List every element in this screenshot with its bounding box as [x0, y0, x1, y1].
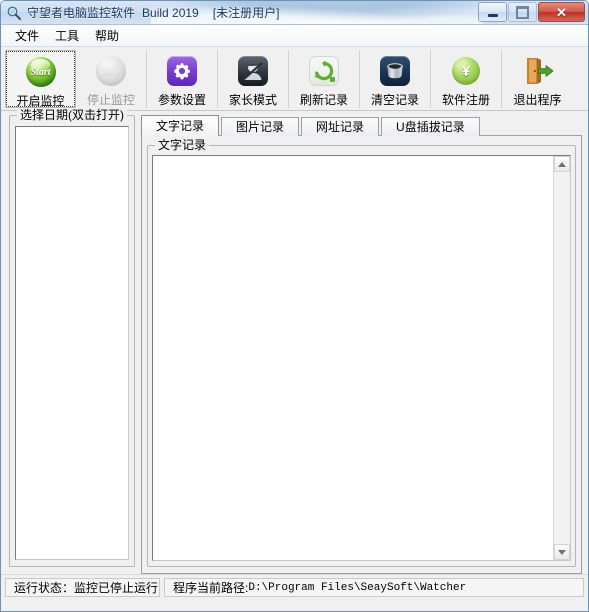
- maximize-button[interactable]: [508, 2, 537, 22]
- date-panel: 选择日期(双击打开): [9, 108, 135, 567]
- record-scrollbar[interactable]: [553, 156, 570, 560]
- tab-image-records[interactable]: 图片记录: [221, 117, 300, 136]
- record-group-title: 文字记录: [155, 138, 210, 152]
- tab-strip-filler: [481, 116, 582, 136]
- scroll-down-button[interactable]: [554, 544, 570, 560]
- window-title: 守望者电脑监控软件 Build 2019 [未注册用户]: [27, 4, 279, 21]
- refresh-icon: [308, 55, 340, 87]
- status-path: 程序当前路径: D:\Program Files\SeaySoft\Watcher: [164, 578, 584, 597]
- status-path-label: 程序当前路径:: [173, 581, 249, 595]
- exit-program-button[interactable]: 退出程序: [502, 50, 573, 108]
- menu-item-file[interactable]: 文件: [7, 25, 47, 46]
- chevron-up-icon: [558, 161, 566, 167]
- tab-page-text-records: 文字记录: [141, 135, 582, 574]
- stop-icon: Stop: [95, 55, 127, 87]
- tab-text-records[interactable]: 文字记录: [141, 115, 220, 136]
- tab-usb-records[interactable]: U盘插拔记录: [381, 117, 480, 136]
- exit-program-label: 退出程序: [513, 93, 562, 107]
- date-listbox[interactable]: [15, 126, 129, 560]
- yen-coin-icon: ¥: [450, 55, 482, 87]
- date-panel-title: 选择日期(双击打开): [17, 108, 127, 122]
- tab-strip: 文字记录 图片记录 网址记录 U盘插拔记录: [141, 115, 582, 136]
- register-software-button[interactable]: ¥ 软件注册: [431, 50, 502, 108]
- scroll-up-button[interactable]: [554, 156, 570, 172]
- stop-monitor-label: 停止监控: [86, 93, 135, 107]
- window-registration-text: [未注册用户]: [212, 6, 280, 20]
- close-button[interactable]: ✕: [538, 2, 585, 22]
- gear-icon: [166, 55, 198, 87]
- settings-label: 参数设置: [157, 93, 206, 107]
- toolbar: Start 开启监控 Stop 停止监控 参数设置 家长模式 刷新记录 清空记录…: [1, 47, 588, 111]
- chevron-down-icon: [558, 549, 566, 555]
- parent-mode-label: 家长模式: [228, 93, 277, 107]
- minimize-icon: [487, 13, 498, 17]
- magnifier-icon: [6, 5, 22, 21]
- menu-item-help[interactable]: 帮助: [87, 25, 127, 46]
- clear-records-label: 清空记录: [370, 93, 419, 107]
- records-pane: 文字记录 图片记录 网址记录 U盘插拔记录 文字记录: [141, 115, 582, 574]
- record-textarea-wrapper: [152, 155, 571, 561]
- menu-bar: 文件 工具 帮助: [1, 25, 588, 47]
- status-path-value: D:\Program Files\SeaySoft\Watcher: [248, 581, 467, 594]
- start-monitor-label: 开启监控: [16, 94, 65, 108]
- maximize-icon: [516, 5, 529, 19]
- start-icon: Start: [25, 56, 57, 88]
- exit-door-icon: [522, 55, 554, 87]
- stop-icon-text: Stop: [102, 66, 120, 76]
- window-title-text: 守望者电脑监控软件: [27, 6, 136, 20]
- minimize-button[interactable]: [478, 2, 507, 22]
- status-run-state: 运行状态：监控已停止运行: [5, 578, 160, 597]
- start-icon-text: Start: [30, 66, 51, 78]
- application-window: 守望者电脑监控软件 Build 2019 [未注册用户] ✕ 文件 工具 帮助 St…: [0, 0, 589, 612]
- scrollbar-track[interactable]: [554, 172, 570, 544]
- yen-icon-text: ¥: [461, 62, 471, 80]
- tab-url-records[interactable]: 网址记录: [301, 117, 380, 136]
- record-textarea[interactable]: [153, 156, 553, 560]
- menu-item-tools[interactable]: 工具: [47, 25, 87, 46]
- stop-monitor-button[interactable]: Stop 停止监控: [76, 50, 147, 108]
- client-area: 选择日期(双击打开) 文字记录 图片记录 网址记录 U盘插拔记录 文字记录: [1, 108, 588, 574]
- refresh-records-button[interactable]: 刷新记录: [289, 50, 360, 108]
- record-group: 文字记录: [147, 138, 576, 567]
- caption-buttons: ✕: [477, 2, 585, 22]
- title-bar[interactable]: 守望者电脑监控软件 Build 2019 [未注册用户] ✕: [1, 1, 588, 25]
- start-monitor-button[interactable]: Start 开启监控: [5, 50, 76, 108]
- register-software-label: 软件注册: [441, 93, 490, 107]
- status-bar: 运行状态：监控已停止运行 程序当前路径: D:\Program Files\Sea…: [1, 574, 588, 600]
- parent-mode-icon: [237, 55, 269, 87]
- parent-mode-button[interactable]: 家长模式: [218, 50, 289, 108]
- trash-icon: [379, 55, 411, 87]
- clear-records-button[interactable]: 清空记录: [360, 50, 431, 108]
- close-icon: ✕: [556, 4, 567, 20]
- settings-button[interactable]: 参数设置: [147, 50, 218, 108]
- refresh-records-label: 刷新记录: [299, 93, 348, 107]
- window-build-text: Build 2019: [142, 6, 199, 20]
